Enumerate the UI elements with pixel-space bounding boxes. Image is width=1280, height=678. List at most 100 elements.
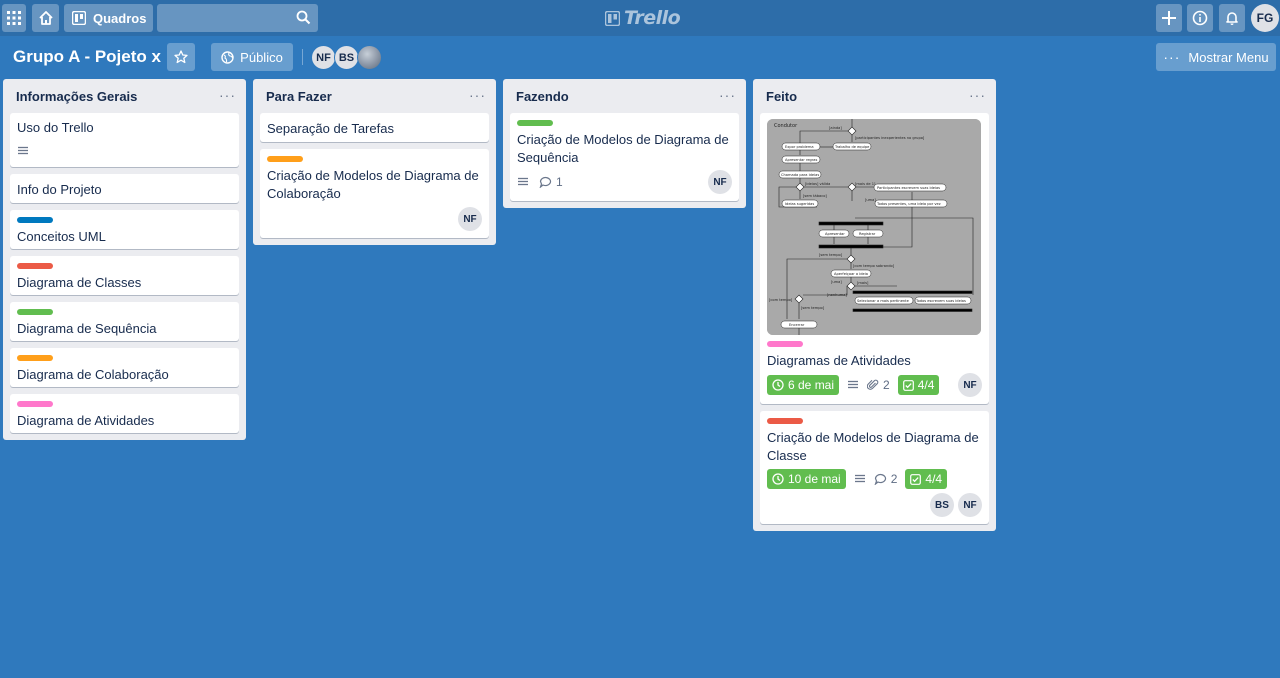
card[interactable]: Condutor [ainda] [participantes inexperi… [760,113,989,404]
card[interactable]: Diagrama de Atividades [10,394,239,433]
list-fazendo: Fazendo ··· Criação de Modelos de Diagra… [503,79,746,208]
checklist-icon [902,379,914,391]
list-header: Informações Gerais ··· [3,79,246,113]
member-avatar[interactable]: BS [930,493,954,517]
svg-text:Apresentar: Apresentar [825,232,845,236]
card[interactable]: Criação de Modelos de Diagrama de Classe… [760,411,989,524]
user-avatar[interactable]: FG [1251,4,1279,32]
info-icon [1192,10,1208,26]
notifications-button[interactable] [1219,4,1245,32]
card-title: Criação de Modelos de Diagrama de Sequên… [517,132,729,165]
board-member-avatar[interactable]: BS [334,45,359,70]
description-icon [847,380,859,390]
card[interactable]: Info do Projeto [10,174,239,203]
svg-text:[mais de 1]: [mais de 1] [855,182,876,186]
card-label[interactable] [17,309,53,315]
board-icon [72,11,86,25]
create-button[interactable] [1156,4,1182,32]
card-title: Uso do Trello [17,120,94,135]
card-label[interactable] [17,355,53,361]
member-avatar[interactable]: NF [458,207,482,231]
divider [302,49,303,65]
show-menu-button[interactable]: ··· Mostrar Menu [1156,43,1276,71]
due-date: 6 de mai [788,378,835,392]
card-label[interactable] [517,120,553,126]
member-avatar[interactable]: NF [958,373,982,397]
svg-text:Condutor: Condutor [774,123,798,129]
paperclip-icon [867,379,879,390]
card[interactable]: Diagrama de Sequência [10,302,239,341]
due-date-badge[interactable]: 6 de mai [767,375,840,395]
list-menu-icon[interactable]: ··· [969,87,986,103]
card[interactable]: Separação de Tarefas [260,113,489,142]
due-date-badge[interactable]: 10 de mai [767,469,846,489]
member-avatar[interactable]: NF [708,170,732,194]
card[interactable]: Criação de Modelos de Diagrama de Sequên… [510,113,739,201]
info-button[interactable] [1187,4,1213,32]
ellipsis-icon: ··· [1163,49,1181,65]
card-label[interactable] [17,217,53,223]
card-label[interactable] [767,341,803,347]
list-title[interactable]: Informações Gerais [16,89,137,104]
checklist-icon [910,473,922,485]
card[interactable]: Diagrama de Classes [10,256,239,295]
card-title: Criação de Modelos de Diagrama de Classe [767,430,979,463]
list-menu-icon[interactable]: ··· [469,87,486,103]
trello-logo[interactable]: Trello [605,7,681,29]
clock-icon [772,379,784,391]
boards-button[interactable]: Quadros [64,4,153,32]
card-members: NF [267,207,482,231]
svg-text:[sem tempo]: [sem tempo] [819,253,843,257]
svg-text:[uma]: [uma] [865,198,876,202]
comments-badge: 1 [539,175,563,189]
plus-icon [1162,11,1176,25]
svg-text:Encerrar: Encerrar [789,323,805,327]
svg-text:Expor problema: Expor problema [785,145,814,149]
svg-text:Todos presentes, uma ideia por: Todos presentes, uma ideia por vez [876,202,941,206]
card-title: Diagrama de Sequência [17,321,157,336]
svg-text:[participantes inexperientes n: [participantes inexperientes no grupo] [855,136,925,140]
list-menu-icon[interactable]: ··· [719,87,736,103]
svg-text:Registrar: Registrar [859,232,876,236]
card-label[interactable] [17,263,53,269]
comments-count: 2 [890,472,898,486]
list-header: Fazendo ··· [503,79,746,113]
home-button[interactable] [32,4,59,32]
search-input[interactable] [157,4,318,32]
card[interactable]: Conceitos UML [10,210,239,249]
card[interactable]: Criação de Modelos de Diagrama de Colabo… [260,149,489,238]
card-label[interactable] [17,401,53,407]
svg-text:[com tempo]: [com tempo] [769,298,793,302]
card-label[interactable] [767,418,803,424]
svg-text:[sem tábaco]: [sem tábaco] [803,194,827,198]
list-title[interactable]: Fazendo [516,89,569,104]
apps-grid-button[interactable] [2,4,26,32]
search-icon [296,10,311,25]
list-menu-icon[interactable]: ··· [219,87,236,103]
card-label[interactable] [267,156,303,162]
board-member-avatar[interactable]: NF [311,45,336,70]
card[interactable]: Diagrama de Colaboração [10,348,239,387]
member-avatar[interactable]: NF [958,493,982,517]
comments-count: 1 [556,175,563,189]
activity-diagram-cover-image[interactable]: Condutor [ainda] [participantes inexperi… [767,119,981,335]
checklist-badge: 4/4 [905,469,948,489]
board-member-photo-avatar[interactable] [357,45,382,70]
boards-label: Quadros [93,10,147,26]
list-feito: Feito ··· Condutor [ainda] [participante… [753,79,996,531]
card-title: Diagramas de Atividades [767,353,911,368]
list-title[interactable]: Feito [766,89,797,104]
list-title[interactable]: Para Fazer [266,89,332,104]
trello-logo-icon [605,10,620,26]
description-icon [517,177,529,187]
visibility-button[interactable]: Público [211,43,293,71]
show-menu-label: Mostrar Menu [1188,49,1269,65]
svg-text:[uma]: [uma] [831,280,842,284]
bell-icon [1226,12,1238,25]
card[interactable]: Uso do Trello [10,113,239,167]
home-icon [38,11,53,25]
board-title[interactable]: Grupo A - Pojeto x [13,47,161,67]
star-button[interactable] [167,43,195,71]
checklist-count: 4/4 [917,378,935,392]
card-title: Separação de Tarefas [267,121,394,136]
